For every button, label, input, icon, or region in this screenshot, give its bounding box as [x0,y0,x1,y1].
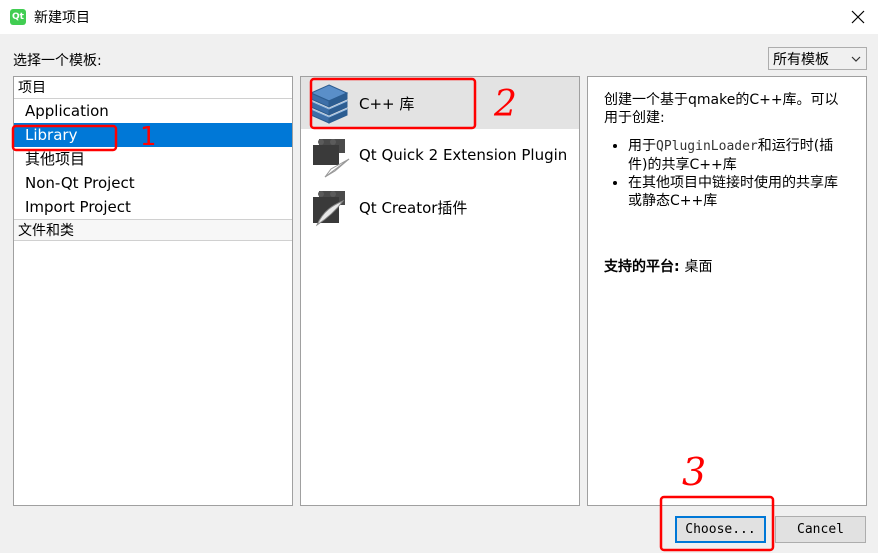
close-button[interactable] [838,0,878,34]
template-item-qtquick-extension-plugin[interactable]: Qt Quick 2 Extension Plugin [301,129,579,181]
choose-template-label: 选择一个模板: [13,53,102,69]
window-title: 新建项目 [34,10,90,26]
category-item-library[interactable]: Library [14,123,292,147]
cpp-library-icon [309,84,349,124]
qtquick-plugin-icon [313,139,350,178]
description-panel: 创建一个基于qmake的C++库。可以用于创建: 用于QPluginLoader… [587,76,867,506]
category-item-application[interactable]: Application [14,99,292,123]
choose-button[interactable]: Choose... [675,516,766,543]
template-panel: C++ 库 Qt Quick 2 Extension Plugin Qt Cre… [300,76,580,506]
category-group-files-classes[interactable]: 文件和类 [14,219,292,241]
template-item-cpp-library[interactable]: C++ 库 [301,77,579,129]
category-group-projects[interactable]: 项目 [14,77,292,99]
platform-value: 桌面 [684,259,713,275]
category-item-import-project[interactable]: Import Project [14,195,292,219]
template-label-qtquick-extension-plugin: Qt Quick 2 Extension Plugin [359,146,568,164]
supported-platforms: 支持的平台: 桌面 [604,258,850,276]
qpluginloader-code: QPluginLoader [656,139,758,154]
close-icon [851,10,865,24]
description-bullet: 用于QPluginLoader和运行时(插件)的共享C++库 [628,137,850,174]
qt-app-icon: Qt [10,9,26,25]
template-item-qtcreator-plugin[interactable]: Qt Creator插件 [301,181,579,233]
template-label-cpp-library: C++ 库 [359,94,415,113]
qtcreator-plugin-icon [313,191,345,227]
template-filter-select[interactable]: 所有模板 [768,47,867,70]
description-intro: 创建一个基于qmake的C++库。可以用于创建: [604,92,839,126]
platform-label: 支持的平台: [604,259,680,275]
title-bar: Qt 新建项目 [0,0,878,34]
cancel-button[interactable]: Cancel [775,516,866,543]
description-bullet: 在其他项目中链接时使用的共享库或静态C++库 [628,174,850,210]
category-panel: 项目 Application Library 其他项目 Non-Qt Proje… [13,76,293,506]
category-item-non-qt-project[interactable]: Non-Qt Project [14,171,292,195]
template-label-qtcreator-plugin: Qt Creator插件 [359,198,468,217]
chevron-down-icon [851,56,861,62]
category-item-other-projects[interactable]: 其他项目 [14,147,292,171]
filter-value: 所有模板 [773,51,829,68]
